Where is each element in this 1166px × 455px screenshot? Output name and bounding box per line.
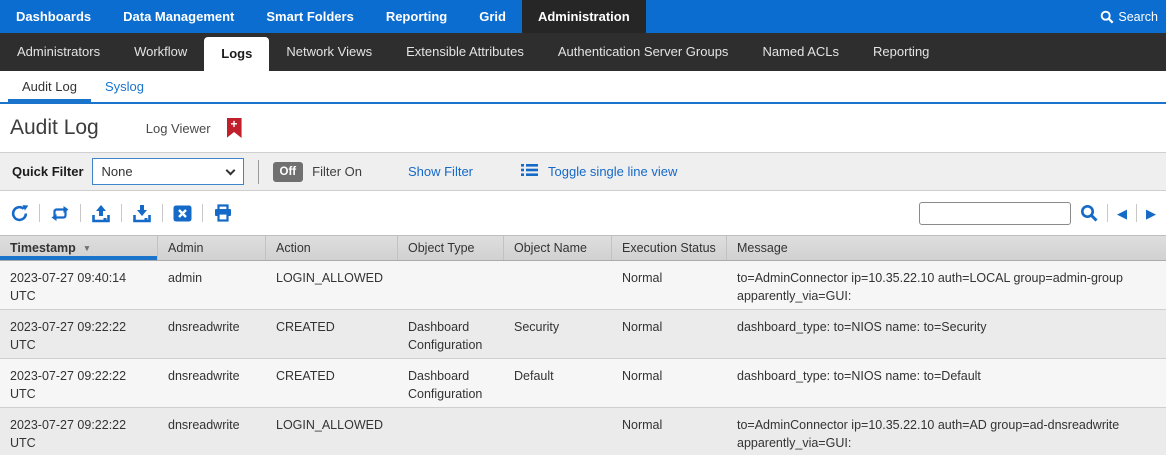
divider [258,160,259,184]
tab-syslog[interactable]: Syslog [91,72,158,102]
upload-icon[interactable] [91,204,111,223]
pager-next-icon[interactable]: ▶ [1146,207,1156,220]
column-header-action[interactable]: Action [266,236,398,260]
subnav-item-network-views[interactable]: Network Views [269,33,389,71]
toolbar-separator [1136,204,1137,222]
cell-action: LOGIN_ALLOWED [266,261,398,309]
cell-admin: dnsreadwrite [158,310,266,358]
toolbar-separator [162,204,163,222]
cell-object-type [398,261,504,309]
column-header-object-type[interactable]: Object Type [398,236,504,260]
single-line-view-icon [521,163,538,180]
table-search-input[interactable] [919,202,1071,225]
subnav-item-reporting[interactable]: Reporting [856,33,946,71]
column-header-execution-status[interactable]: Execution Status [612,236,727,260]
administration-subnav: Administrators Workflow Logs Network Vie… [0,33,1166,71]
filter-on-label: Filter On [312,164,362,179]
cell-admin: dnsreadwrite [158,359,266,407]
cell-timestamp: 2023-07-27 09:40:14 UTC [0,261,158,309]
audit-log-table-header: Timestamp ▼ Admin Action Object Type Obj… [0,235,1166,261]
toggle-single-line-view-link[interactable]: Toggle single line view [548,164,677,179]
top-navigation-bar: Dashboards Data Management Smart Folders… [0,0,1166,33]
cell-object-name: Default [504,359,612,407]
table-row[interactable]: 2023-07-27 09:22:22 UTC dnsreadwrite CRE… [0,310,1166,359]
cell-execution-status: Normal [612,408,727,455]
subnav-item-logs[interactable]: Logs [204,37,269,77]
table-row[interactable]: 2023-07-27 09:40:14 UTC admin LOGIN_ALLO… [0,261,1166,310]
bookmark-add-icon[interactable] [227,118,242,138]
column-header-object-name[interactable]: Object Name [504,236,612,260]
sort-desc-icon: ▼ [83,243,91,253]
toolbar-separator [202,204,203,222]
toolbar-separator [1107,204,1108,222]
download-icon[interactable] [132,204,152,223]
cell-object-type: Dashboard Configuration [398,359,504,407]
toolbar-separator [80,204,81,222]
column-header-message[interactable]: Message [727,236,1166,260]
page-header: Audit Log Log Viewer [0,104,1166,152]
cell-message: to=AdminConnector ip=10.35.22.10 auth=LO… [727,261,1166,309]
quick-filter-label: Quick Filter [12,164,84,179]
nav-item-grid[interactable]: Grid [463,0,522,33]
cell-action: CREATED [266,310,398,358]
cell-object-name [504,261,612,309]
nav-item-smart-folders[interactable]: Smart Folders [250,0,369,33]
nav-item-dashboards[interactable]: Dashboards [0,0,107,33]
filter-toggle-button[interactable]: Off [273,162,304,182]
subnav-item-extensible-attributes[interactable]: Extensible Attributes [389,33,541,71]
quick-filter-select[interactable]: None [92,158,244,185]
quick-filter-selected-value: None [102,164,133,179]
pager-previous-icon[interactable]: ◀ [1117,207,1127,220]
cell-object-name: Security [504,310,612,358]
cell-admin: admin [158,261,266,309]
cell-timestamp: 2023-07-27 09:22:22 UTC [0,359,158,407]
tab-audit-log[interactable]: Audit Log [8,72,91,102]
cell-object-type: Dashboard Configuration [398,310,504,358]
subnav-item-auth-server-groups[interactable]: Authentication Server Groups [541,33,746,71]
cell-execution-status: Normal [612,359,727,407]
cell-timestamp: 2023-07-27 09:22:22 UTC [0,310,158,358]
chevron-down-icon [225,165,235,175]
cell-action: LOGIN_ALLOWED [266,408,398,455]
export-csv-icon[interactable] [173,205,192,222]
show-filter-link[interactable]: Show Filter [408,164,473,179]
global-search-button[interactable]: Search [1100,0,1158,33]
nav-item-administration[interactable]: Administration [522,0,646,33]
log-viewer-label: Log Viewer [146,121,211,136]
subnav-item-workflow[interactable]: Workflow [117,33,204,71]
cell-action: CREATED [266,359,398,407]
grid-toolbar: ◀ ▶ [0,191,1166,235]
subnav-item-named-acls[interactable]: Named ACLs [745,33,856,71]
column-header-timestamp[interactable]: Timestamp ▼ [0,236,158,260]
nav-item-reporting[interactable]: Reporting [370,0,463,33]
cell-execution-status: Normal [612,310,727,358]
table-row[interactable]: 2023-07-27 09:22:22 UTC dnsreadwrite CRE… [0,359,1166,408]
cell-timestamp: 2023-07-27 09:22:22 UTC [0,408,158,455]
table-row[interactable]: 2023-07-27 09:22:22 UTC dnsreadwrite LOG… [0,408,1166,455]
subnav-item-administrators[interactable]: Administrators [0,33,117,71]
column-header-admin[interactable]: Admin [158,236,266,260]
page-title: Audit Log [10,116,99,140]
cell-message: dashboard_type: to=NIOS name: to=Default [727,359,1166,407]
table-search-icon[interactable] [1080,204,1098,222]
print-icon[interactable] [213,204,233,222]
toolbar-separator [39,204,40,222]
cell-admin: dnsreadwrite [158,408,266,455]
log-tabs: Audit Log Syslog [0,71,1166,104]
cell-message: to=AdminConnector ip=10.35.22.10 auth=AD… [727,408,1166,455]
cell-execution-status: Normal [612,261,727,309]
refresh-icon[interactable] [10,204,29,223]
search-label: Search [1118,10,1158,24]
cell-object-type [398,408,504,455]
cell-message: dashboard_type: to=NIOS name: to=Securit… [727,310,1166,358]
cell-object-name [504,408,612,455]
quick-filter-bar: Quick Filter None Off Filter On Show Fil… [0,152,1166,191]
transfer-icon[interactable] [50,205,70,222]
audit-log-table-body: 2023-07-27 09:40:14 UTC admin LOGIN_ALLO… [0,261,1166,455]
search-icon [1100,10,1114,24]
nav-item-data-management[interactable]: Data Management [107,0,250,33]
toolbar-separator [121,204,122,222]
